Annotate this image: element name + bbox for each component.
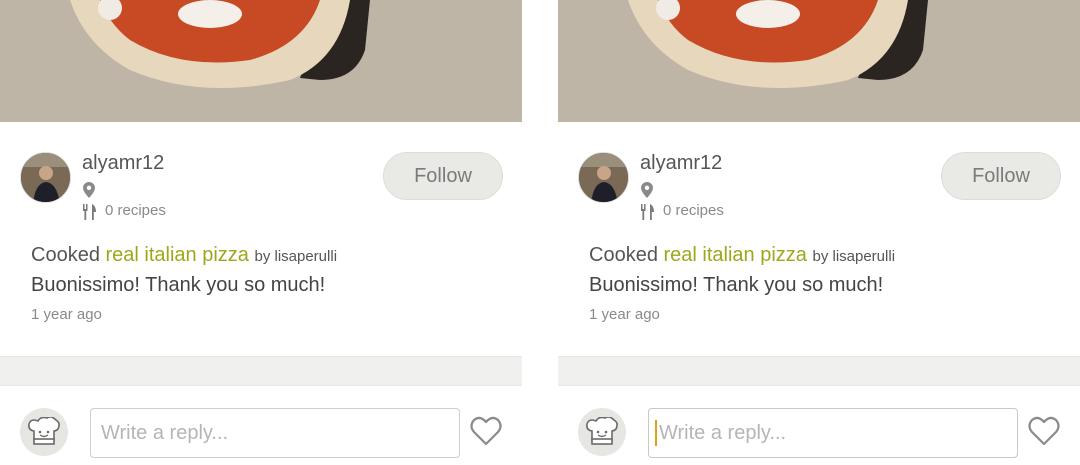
section-divider — [0, 356, 522, 386]
username[interactable]: alyamr12 — [82, 152, 164, 175]
user-avatar[interactable] — [20, 152, 71, 203]
recipe-photo — [558, 0, 1080, 122]
chef-hat-icon — [20, 408, 68, 456]
heart-outline-icon[interactable] — [1028, 416, 1060, 446]
fork-knife-icon — [83, 204, 96, 220]
timestamp: 1 year ago — [31, 306, 102, 323]
cooksnap-message: Buonissimo! Thank you so much! — [31, 274, 326, 296]
location-pin-icon — [83, 182, 95, 198]
heart-outline-icon[interactable] — [470, 416, 502, 446]
reply-bar — [0, 386, 522, 465]
follow-button[interactable]: Follow — [383, 152, 503, 200]
timestamp: 1 year ago — [589, 306, 660, 323]
text-cursor — [655, 420, 657, 446]
cooked-line: Cooked real italian pizza by lisaperulli — [31, 244, 337, 267]
recipe-author[interactable]: by lisaperulli — [254, 248, 337, 265]
reply-input[interactable] — [90, 408, 460, 458]
post-detail-panel-left: alyamr12 0 recipes Follow Cooked real it… — [0, 0, 522, 465]
post-detail-panel-right: alyamr12 0 recipes Follow Cooked real it… — [558, 0, 1080, 465]
chef-hat-icon — [578, 408, 626, 456]
reply-bar — [558, 386, 1080, 465]
cooked-prefix: Cooked — [31, 244, 100, 266]
user-avatar[interactable] — [578, 152, 629, 203]
reply-input[interactable] — [648, 408, 1018, 458]
recipe-author[interactable]: by lisaperulli — [812, 248, 895, 265]
follow-button[interactable]: Follow — [941, 152, 1061, 200]
cooked-prefix: Cooked — [589, 244, 658, 266]
recipe-link[interactable]: real italian pizza — [664, 244, 807, 266]
location-pin-icon — [641, 182, 653, 198]
cooksnap-message: Buonissimo! Thank you so much! — [589, 274, 884, 296]
fork-knife-icon — [641, 204, 654, 220]
cooksnap-card: alyamr12 0 recipes Follow Cooked real it… — [0, 122, 522, 356]
section-divider — [558, 356, 1080, 386]
cooked-line: Cooked real italian pizza by lisaperulli — [589, 244, 895, 267]
recipes-count: 0 recipes — [663, 202, 724, 219]
recipe-link[interactable]: real italian pizza — [106, 244, 249, 266]
username[interactable]: alyamr12 — [640, 152, 722, 175]
recipe-photo — [0, 0, 522, 122]
recipes-count: 0 recipes — [105, 202, 166, 219]
cooksnap-card: alyamr12 0 recipes Follow Cooked real it… — [558, 122, 1080, 356]
